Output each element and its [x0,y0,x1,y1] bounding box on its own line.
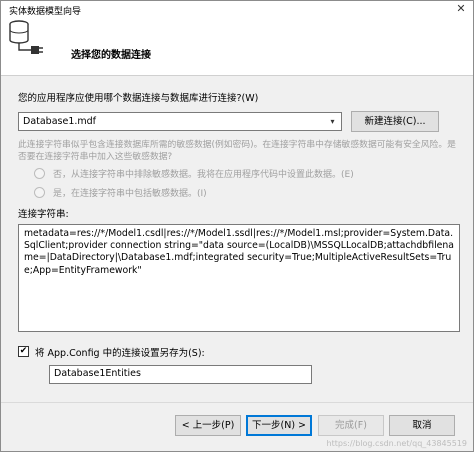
connection-select-value: Database1.mdf [23,116,97,127]
prev-button[interactable]: < 上一步(P) [175,415,241,436]
title-bar: 实体数据模型向导 ✕ [1,1,473,18]
save-settings-checkbox[interactable]: ✔ [18,346,29,357]
next-button[interactable]: 下一步(N) > [246,415,312,436]
entity-name-input[interactable]: Database1Entities [49,365,312,384]
connection-select[interactable]: Database1.mdf ▾ [18,112,342,131]
radio-button[interactable] [34,168,45,179]
window-title: 实体数据模型向导 [9,7,82,17]
finish-button[interactable]: 完成(F) [318,415,384,436]
watermark: https://blog.csdn.net/qq_43845519 [326,439,467,448]
connection-string-textbox[interactable]: metadata=res://*/Model1.csdl|res://*/Mod… [18,224,460,332]
close-icon[interactable]: ✕ [453,2,469,16]
radio-label: 是，在连接字符串中包括敏感数据。(I) [53,189,207,199]
connection-string-label: 连接字符串: [18,209,69,220]
new-connection-button[interactable]: 新建连接(C)... [351,111,439,132]
radio-label: 否，从连接字符串中排除敏感数据。我将在应用程序代码中设置此数据。(E) [53,170,354,180]
cancel-button[interactable]: 取消 [389,415,455,436]
radio-button[interactable] [34,187,45,198]
wizard-window: 实体数据模型向导 ✕ 选择您的数据连接 您的应用程序应使用哪个数据连接与数据库进… [0,0,474,452]
page-title: 选择您的数据连接 [71,50,151,61]
wizard-footer: < 上一步(P) 下一步(N) > 完成(F) 取消 https://blog.… [1,402,473,451]
sensitive-data-warning: 此连接字符串似乎包含连接数据库所需的敏感数据(例如密码)。在连接字符串中存储敏感… [18,140,456,162]
chevron-down-icon[interactable]: ▾ [324,113,341,130]
wizard-header: 选择您的数据连接 [1,18,473,76]
connection-question: 您的应用程序应使用哪个数据连接与数据库进行连接?(W) [18,93,259,104]
save-settings-label: 将 App.Config 中的连接设置另存为(S): [35,348,205,359]
database-connection-icon [9,20,43,54]
